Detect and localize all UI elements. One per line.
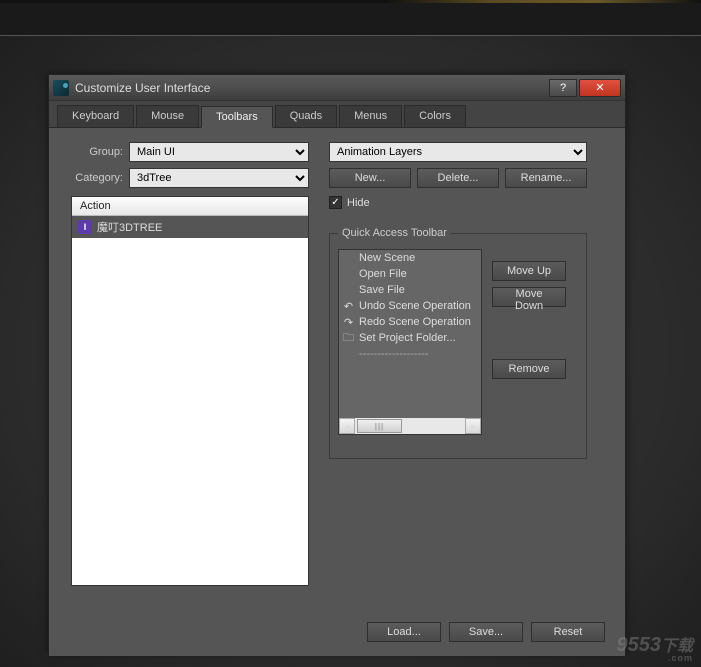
qat-item[interactable]: ↷Redo Scene Operation — [339, 314, 481, 330]
hide-checkbox[interactable]: ✓ — [329, 196, 342, 209]
tab-menus[interactable]: Menus — [339, 105, 402, 127]
group-label: Group: — [63, 146, 123, 158]
group-select[interactable]: Main UI — [129, 142, 309, 162]
rename-button[interactable]: Rename... — [505, 168, 587, 188]
tab-keyboard[interactable]: Keyboard — [57, 105, 134, 127]
window-title: Customize User Interface — [75, 81, 549, 95]
action-item-label: 魔叮3DTREE — [97, 219, 162, 235]
titlebar[interactable]: Customize User Interface ? ✕ — [49, 75, 625, 101]
customize-ui-dialog: Customize User Interface ? ✕ Keyboard Mo… — [48, 74, 626, 654]
category-select[interactable]: 3dTree — [129, 168, 309, 188]
qat-item[interactable]: ↶Undo Scene Operation — [339, 298, 481, 314]
scroll-right-button[interactable]: ► — [465, 418, 481, 434]
action-list-header: Action — [72, 197, 308, 216]
action-item-icon: I — [78, 220, 92, 234]
action-list[interactable]: Action I 魔叮3DTREE — [71, 196, 309, 586]
tab-quads[interactable]: Quads — [275, 105, 337, 127]
action-item[interactable]: I 魔叮3DTREE — [72, 216, 308, 238]
undo-icon: ↶ — [342, 300, 355, 313]
tab-strip: Keyboard Mouse Toolbars Quads Menus Colo… — [49, 101, 625, 128]
scroll-thumb[interactable]: ||| — [357, 419, 402, 433]
tab-mouse[interactable]: Mouse — [136, 105, 199, 127]
qat-item[interactable]: 🗀Set Project Folder... — [339, 330, 481, 346]
remove-button[interactable]: Remove — [492, 359, 566, 379]
help-button[interactable]: ? — [549, 79, 577, 97]
quick-access-toolbar-group: Quick Access Toolbar New Scene Open File… — [329, 227, 587, 459]
reset-button[interactable]: Reset — [531, 622, 605, 642]
redo-icon: ↷ — [342, 316, 355, 329]
qat-item[interactable]: Open File — [339, 266, 481, 282]
move-down-button[interactable]: Move Down — [492, 287, 566, 307]
delete-button[interactable]: Delete... — [417, 168, 499, 188]
folder-icon: 🗀 — [342, 332, 355, 345]
qat-separator[interactable]: ------------------- — [339, 346, 481, 362]
app-icon — [53, 80, 69, 96]
qat-list[interactable]: New Scene Open File Save File ↶Undo Scen… — [338, 249, 482, 435]
horizontal-scrollbar[interactable]: ◄ ||| ► — [339, 418, 481, 434]
save-button[interactable]: Save... — [449, 622, 523, 642]
scroll-left-button[interactable]: ◄ — [339, 418, 355, 434]
toolbar-select[interactable]: Animation Layers — [329, 142, 587, 162]
close-button[interactable]: ✕ — [579, 79, 621, 97]
tab-toolbars[interactable]: Toolbars — [201, 106, 273, 128]
watermark: 9553下载 .com — [616, 632, 693, 663]
category-label: Category: — [63, 172, 123, 184]
qat-legend: Quick Access Toolbar — [338, 227, 451, 239]
new-button[interactable]: New... — [329, 168, 411, 188]
tab-colors[interactable]: Colors — [404, 105, 466, 127]
move-up-button[interactable]: Move Up — [492, 261, 566, 281]
qat-item[interactable]: New Scene — [339, 250, 481, 266]
hide-label: Hide — [347, 197, 370, 209]
load-button[interactable]: Load... — [367, 622, 441, 642]
qat-item[interactable]: Save File — [339, 282, 481, 298]
tab-panel-toolbars: Group: Main UI Category: 3dTree Action I… — [49, 128, 625, 656]
